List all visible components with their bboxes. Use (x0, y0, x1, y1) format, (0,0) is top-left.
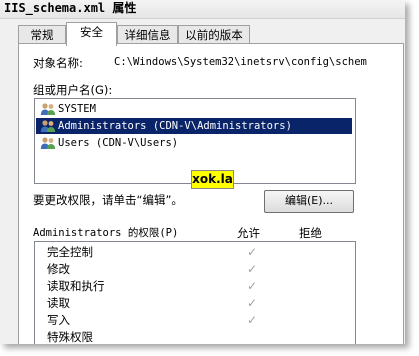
allow-check-icon: ✓ (247, 313, 258, 327)
permission-row: 完全控制 ✓ (35, 244, 353, 261)
permission-row: 读取 ✓ (35, 295, 353, 312)
watermark-badge: xok.la (191, 170, 234, 189)
permission-name: 读取 (47, 296, 70, 310)
object-name-label: 对象名称: (33, 56, 83, 70)
list-item-system[interactable]: SYSTEM (36, 101, 352, 117)
tab-details[interactable]: 详细信息 (117, 25, 178, 45)
list-item-administrators[interactable]: Administrators (CDN-V\Administrators) (36, 118, 352, 134)
permission-row: 写入 ✓ (35, 312, 353, 329)
list-item-label: Users (CDN-V\Users) (58, 137, 179, 149)
permission-row: 读取和执行 ✓ (35, 278, 353, 295)
change-permissions-hint: 要更改权限，请单击“编辑”。 (33, 193, 183, 207)
tab-previous-versions[interactable]: 以前的版本 (178, 25, 250, 45)
permission-name: 修改 (47, 262, 70, 276)
allow-check-icon: ✓ (247, 262, 258, 276)
permissions-list[interactable]: 完全控制 ✓ 修改 ✓ 读取和执行 ✓ 读取 ✓ 写入 ✓ 特殊权限 (34, 241, 356, 344)
allow-check-icon: ✓ (247, 279, 258, 293)
permission-name: 读取和执行 (47, 279, 105, 293)
list-item-users[interactable]: Users (CDN-V\Users) (36, 135, 352, 151)
list-item-label: SYSTEM (58, 103, 96, 115)
edit-button[interactable]: 编辑(E)... (264, 190, 354, 213)
permissions-title: Administrators 的权限(P) (33, 227, 179, 239)
users-icon (40, 103, 56, 115)
tab-general[interactable]: 常规 (18, 25, 66, 45)
list-item-label: Administrators (CDN-V\Administrators) (58, 120, 292, 132)
permission-name: 完全控制 (47, 245, 93, 259)
permission-row: 修改 ✓ (35, 261, 353, 278)
object-name-value: C:\Windows\System32\inetsrv\config\schem (114, 56, 367, 68)
permission-row: 特殊权限 (35, 329, 353, 344)
tab-strip: 常规 安全 详细信息 以前的版本 (0, 22, 405, 46)
permission-name: 写入 (47, 313, 70, 327)
allow-check-icon: ✓ (247, 296, 258, 310)
permission-name: 特殊权限 (47, 330, 93, 344)
allow-check-icon: ✓ (247, 245, 258, 259)
title-bar[interactable]: IIS_schema.xml 属性 (0, 0, 405, 19)
window-title: IIS_schema.xml 属性 (4, 1, 137, 15)
tab-security[interactable]: 安全 (66, 22, 117, 46)
users-icon (40, 120, 56, 132)
properties-dialog: IIS_schema.xml 属性 常规 安全 详细信息 以前的版本 对象名称:… (0, 0, 405, 344)
permissions-header: Administrators 的权限(P) 允许 拒绝 (33, 225, 353, 240)
users-icon (40, 137, 56, 149)
deny-column-header: 拒绝 (299, 226, 322, 240)
groups-label: 组或用户名(G): (33, 83, 113, 97)
security-panel: 对象名称: C:\Windows\System32\inetsrv\config… (18, 43, 404, 344)
allow-column-header: 允许 (237, 226, 260, 240)
